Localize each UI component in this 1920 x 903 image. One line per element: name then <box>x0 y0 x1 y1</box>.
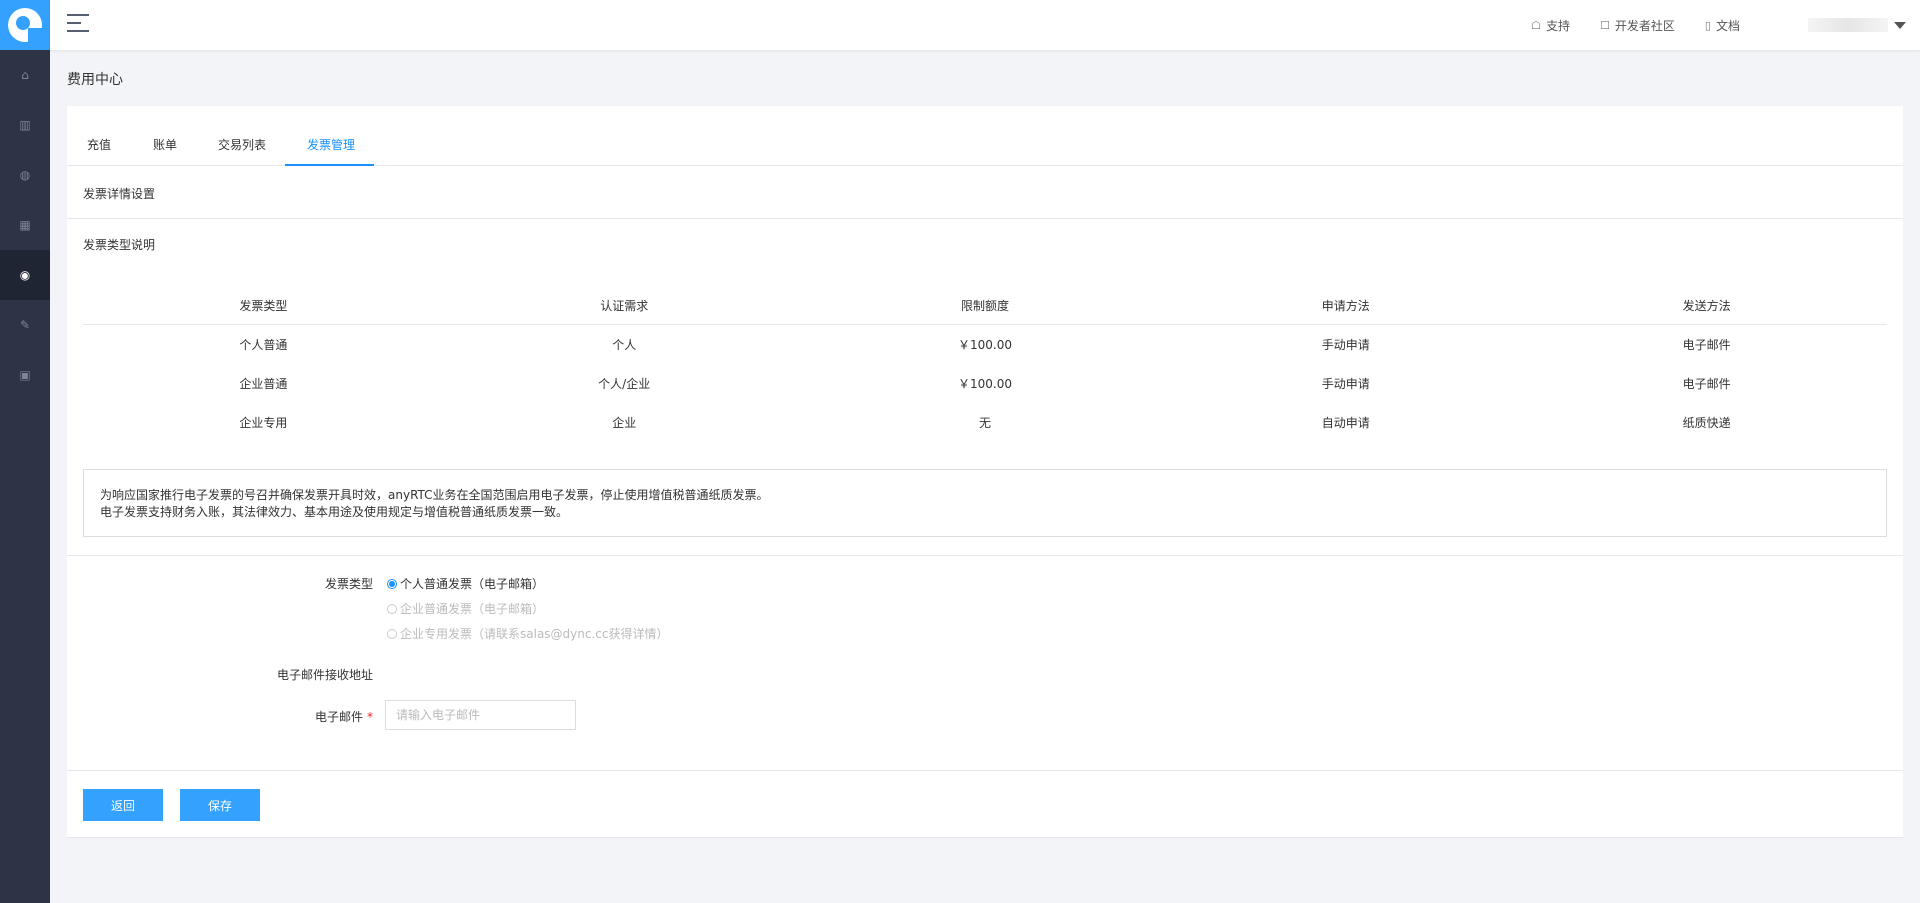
radio-label: 个人普通发票（电子邮箱） <box>400 577 545 591</box>
radio-unchecked-icon <box>387 628 397 639</box>
headset-icon: ☖ <box>1531 18 1542 32</box>
table-cell: 企业 <box>612 416 637 430</box>
radio-enterprise-invoice: 企业普通发票（电子邮箱） <box>387 600 544 617</box>
docs-link[interactable]: ▯ 文档 <box>1705 17 1740 34</box>
divider <box>67 837 1903 838</box>
user-name-blurred <box>1808 18 1888 32</box>
nav-tools[interactable]: ✎ <box>0 300 50 350</box>
money-bag-icon: ◉ <box>19 268 31 282</box>
community-link[interactable]: ☐ 开发者社区 <box>1600 17 1675 34</box>
divider <box>67 555 1903 556</box>
tabs: 充值 账单 交易列表 发票管理 <box>67 106 1903 166</box>
save-button[interactable]: 保存 <box>180 789 260 821</box>
nav-billing[interactable]: ◉ <box>0 250 50 300</box>
active-tab-indicator <box>285 164 374 166</box>
table-cell: ￥100.00 <box>957 377 1012 391</box>
table-cell: 企业专用 <box>239 416 288 430</box>
table-cell: 企业普通 <box>239 377 288 391</box>
radio-checked-icon <box>387 578 397 589</box>
nav-home[interactable]: ⌂ <box>0 50 50 100</box>
column-header: 发送方法 <box>1682 298 1731 313</box>
radio-label: 企业普通发票（电子邮箱） <box>400 602 545 616</box>
e-invoice-notice: 为响应国家推行电子发票的号召并确保发票开具时效，anyRTC业务在全国范围启用电… <box>83 469 1887 537</box>
table-cell: 无 <box>978 416 991 430</box>
radio-label: 企业专用发票（请联系salas@dync.cc获得详情） <box>400 627 669 641</box>
tab-bills[interactable]: 账单 <box>153 136 177 153</box>
section-invoice-details: 发票详情设置 <box>83 187 156 201</box>
invoice-type-table: 发票类型 认证需求 限制额度 申请方法 发送方法 个人普通 个人 ￥100.00… <box>83 286 1887 442</box>
chat-icon: ☐ <box>1600 18 1610 32</box>
section-invoice-types: 发票类型说明 <box>83 238 156 252</box>
top-bar: ☖ 支持 ☐ 开发者社区 ▯ 文档 <box>50 0 1920 50</box>
user-menu[interactable] <box>1808 18 1906 32</box>
table-row: 企业普通 个人/企业 ￥100.00 手动申请 电子邮件 <box>83 364 1887 403</box>
radio-enterprise-special-invoice: 企业专用发票（请联系salas@dync.cc获得详情） <box>387 625 668 642</box>
main-card: 充值 账单 交易列表 发票管理 发票详情设置 发票类型说明 发票类型 认证需求 … <box>67 106 1903 838</box>
email-section-label: 电子邮件接收地址 <box>276 668 373 682</box>
tab-invoice[interactable]: 发票管理 <box>307 136 355 153</box>
table-cell: 纸质快递 <box>1682 416 1731 430</box>
divider <box>67 218 1903 219</box>
tab-recharge[interactable]: 充值 <box>87 136 111 153</box>
column-header: 申请方法 <box>1321 298 1370 313</box>
badge-icon: ◍ <box>19 168 31 182</box>
back-button[interactable]: 返回 <box>83 789 163 821</box>
invoice-type-label: 发票类型 <box>324 577 373 591</box>
email-input[interactable] <box>385 700 576 730</box>
notice-line: 为响应国家推行电子发票的号召并确保发票开具时效，anyRTC业务在全国范围启用电… <box>100 488 769 502</box>
table-cell: 电子邮件 <box>1682 338 1731 352</box>
table-cell: 个人/企业 <box>598 377 651 391</box>
email-label: 电子邮件 * <box>314 710 373 724</box>
nav-dashboard[interactable]: ▦ <box>0 200 50 250</box>
nav-statistics[interactable]: ▥ <box>0 100 50 150</box>
wrench-icon: ✎ <box>19 318 31 332</box>
logo-icon <box>8 8 42 42</box>
nav-gift[interactable]: ▣ <box>0 350 50 400</box>
table-cell: ￥100.00 <box>957 338 1012 352</box>
table-header: 发票类型 认证需求 限制额度 申请方法 发送方法 <box>83 286 1887 325</box>
support-link[interactable]: ☖ 支持 <box>1531 17 1570 34</box>
table-cell: 个人普通 <box>239 338 288 352</box>
table-cell: 个人 <box>612 338 637 352</box>
column-header: 限制额度 <box>960 298 1009 313</box>
table-cell: 手动申请 <box>1321 338 1370 352</box>
table-cell: 手动申请 <box>1321 377 1370 391</box>
radio-unchecked-icon <box>387 603 397 614</box>
table-row: 企业专用 企业 无 自动申请 纸质快递 <box>83 403 1887 442</box>
table-cell: 自动申请 <box>1321 416 1370 430</box>
table-row: 个人普通 个人 ￥100.00 手动申请 电子邮件 <box>83 325 1887 364</box>
table-cell: 电子邮件 <box>1682 377 1731 391</box>
tab-transactions[interactable]: 交易列表 <box>218 136 266 153</box>
required-mark: * <box>367 710 373 724</box>
column-header: 认证需求 <box>600 298 649 313</box>
sidebar: ⌂ ▥ ◍ ▦ ◉ ✎ ▣ <box>0 0 50 903</box>
column-header: 发票类型 <box>239 298 288 313</box>
home-icon: ⌂ <box>21 68 29 82</box>
gift-icon: ▣ <box>19 368 31 382</box>
notice-line: 电子发票支持财务入账，其法律效力、基本用途及使用规定与增值税普通纸质发票一致。 <box>100 505 569 519</box>
dashboard-icon: ▦ <box>19 218 31 232</box>
top-links: ☖ 支持 ☐ 开发者社区 ▯ 文档 <box>1531 0 1740 50</box>
menu-toggle-icon[interactable] <box>67 14 89 34</box>
divider <box>67 770 1903 771</box>
radio-personal-invoice[interactable]: 个人普通发票（电子邮箱） <box>387 575 544 592</box>
chevron-down-icon <box>1894 21 1906 29</box>
bar-chart-icon: ▥ <box>19 118 31 132</box>
document-icon: ▯ <box>1704 18 1711 32</box>
nav-badge[interactable]: ◍ <box>0 150 50 200</box>
page-title: 费用中心 <box>67 72 123 88</box>
logo[interactable] <box>0 0 50 50</box>
